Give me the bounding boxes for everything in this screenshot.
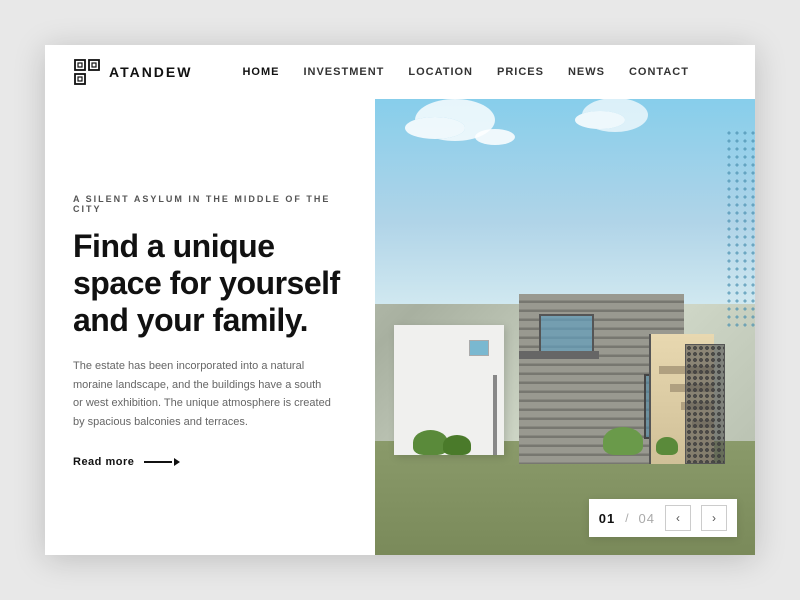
slide-prev-button[interactable]: ‹ [665,505,691,531]
building-image [375,99,755,555]
nav-location[interactable]: LOCATION [408,66,473,78]
dot-pattern-overlay [725,129,755,329]
nav-investment[interactable]: INVESTMENT [303,66,384,78]
screen-pattern [686,345,724,463]
read-more-label: Read more [73,456,134,468]
logo: ATANDEW [73,58,192,86]
building-white-window [469,340,489,356]
read-more-link[interactable]: Read more [73,456,347,468]
read-more-arrow [144,458,180,466]
sky-bg [375,99,755,304]
slide-current: 01 [599,511,615,526]
hero-headline: Find a unique space for yourself and you… [73,228,347,338]
shrub-3 [603,427,643,455]
decorative-screen [685,344,725,464]
building-white [394,325,504,455]
brand-name: ATANDEW [109,64,192,80]
hero-subtitle: A SILENT ASYLUM IN THE MIDDLE OF THE CIT… [73,194,347,214]
cloud-1 [405,117,465,139]
navigation: HOME INVESTMENT LOCATION PRICES NEWS CON… [242,66,688,78]
slide-counter: 01 / 04 ‹ › [589,499,737,537]
nav-contact[interactable]: CONTACT [629,66,689,78]
building-window-1 [539,314,594,354]
slide-total: 04 [639,511,655,526]
nav-prices[interactable]: PRICES [497,66,544,78]
cloud-2 [475,129,515,145]
hero-text-panel: A SILENT ASYLUM IN THE MIDDLE OF THE CIT… [45,99,375,555]
light-pole [493,375,497,455]
cloud-3 [575,111,625,129]
balcony [519,351,599,359]
main-content: A SILENT ASYLUM IN THE MIDDLE OF THE CIT… [45,99,755,555]
header: ATANDEW HOME INVESTMENT LOCATION PRICES … [45,45,755,99]
slide-next-button[interactable]: › [701,505,727,531]
shrub-4 [656,437,678,455]
browser-frame: ATANDEW HOME INVESTMENT LOCATION PRICES … [45,45,755,555]
nav-home[interactable]: HOME [242,66,279,78]
hero-image-panel: 01 / 04 ‹ › [375,99,755,555]
hero-description: The estate has been incorporated into a … [73,357,333,432]
slide-divider: / [625,511,628,525]
nav-news[interactable]: NEWS [568,66,605,78]
shrub-2 [443,435,471,455]
logo-icon [73,58,101,86]
